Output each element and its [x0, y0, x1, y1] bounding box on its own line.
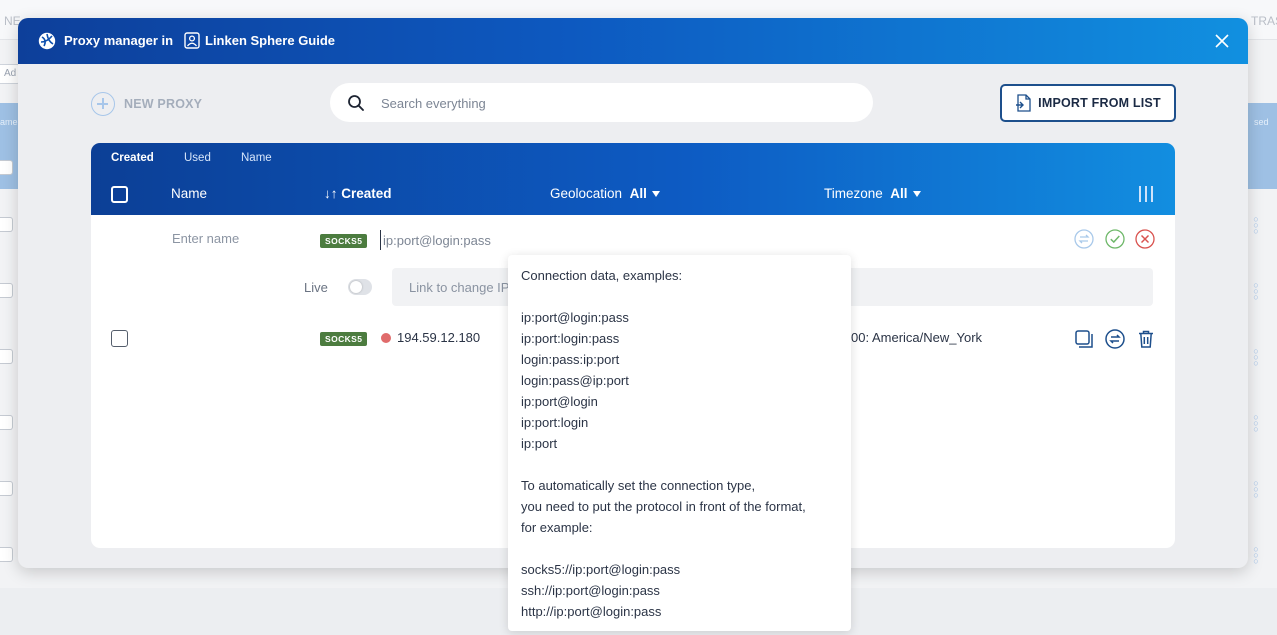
chevron-down-icon	[912, 191, 921, 198]
modal-header: Proxy manager in Linken Sphere Guide	[18, 18, 1248, 64]
swap-icon[interactable]	[1105, 329, 1125, 349]
table-header: Created Used Name Name ↓↑ Created Geoloc…	[91, 143, 1175, 215]
tooltip-line: Connection data, examples:	[521, 268, 683, 283]
tooltip-line: http://ip:port@login:pass	[521, 604, 662, 619]
background-header-text: ame	[0, 117, 18, 127]
cancel-icon[interactable]	[1135, 229, 1155, 249]
background-checkbox	[0, 217, 13, 232]
proxy-timezone: 00: America/New_York	[851, 330, 983, 345]
geolocation-filter-value: All	[629, 186, 647, 201]
tooltip-line: ip:port	[521, 436, 558, 451]
workspace-name: Linken Sphere Guide	[205, 33, 336, 48]
live-toggle[interactable]	[348, 279, 372, 295]
plus-icon	[91, 92, 115, 116]
background-add-field: Ad	[0, 64, 20, 84]
sort-tab-name[interactable]: Name	[241, 152, 272, 164]
tooltip-line	[521, 538, 851, 559]
proxy-name-input[interactable]	[172, 231, 302, 246]
proxy-type-badge[interactable]: SOCKS5	[320, 234, 368, 248]
tooltip-line: login:pass:ip:port	[521, 352, 620, 367]
background-more-icon: ○ ○ ○	[1253, 280, 1259, 302]
row-checkbox[interactable]	[111, 330, 128, 347]
proxy-ip: 194.59.12.180	[397, 330, 481, 345]
column-timezone[interactable]: Timezone All	[824, 186, 921, 201]
workspace-icon	[184, 32, 200, 49]
tooltip-line: ssh://ip:port@login:pass	[521, 583, 660, 598]
tooltip-line: ip:port:login:pass	[521, 331, 620, 346]
background-checkbox	[0, 415, 13, 430]
column-name[interactable]: Name	[171, 186, 207, 201]
background-more-icon: ○ ○ ○	[1253, 478, 1259, 500]
sort-tab-used[interactable]: Used	[184, 152, 211, 164]
search-input[interactable]	[381, 92, 851, 114]
background-checkbox	[0, 481, 13, 496]
tooltip-line: socks5://ip:port@login:pass	[521, 562, 681, 577]
connection-format-tooltip: Connection data, examples: ip:port@login…	[508, 255, 851, 631]
tooltip-line: ip:port:login	[521, 415, 589, 430]
chevron-down-icon	[651, 191, 660, 198]
background-more-icon: ○ ○ ○	[1253, 214, 1259, 236]
tooltip-line: for example:	[521, 520, 593, 535]
tooltip-line: ip:port@login:pass	[521, 310, 629, 325]
background-table-header-right: sed	[1248, 103, 1277, 189]
background-more-icon: ○ ○ ○	[1253, 544, 1259, 566]
timezone-filter-value: All	[890, 186, 908, 201]
background-more-icon: ○ ○ ○	[1253, 346, 1259, 368]
connection-input[interactable]	[380, 230, 700, 250]
search-bar	[330, 83, 873, 122]
tooltip-line	[521, 286, 851, 307]
tooltip-line	[521, 454, 851, 475]
tooltip-line: login:pass@ip:port	[521, 373, 629, 388]
column-geolocation[interactable]: Geolocation All	[550, 186, 660, 201]
import-file-icon	[1016, 94, 1031, 112]
background-header-text: sed	[1254, 117, 1269, 127]
import-from-list-button[interactable]: IMPORT FROM LIST	[1000, 84, 1176, 122]
import-label: IMPORT FROM LIST	[1038, 96, 1161, 110]
tooltip-line: To automatically set the connection type…	[521, 478, 756, 493]
delete-icon[interactable]	[1136, 329, 1156, 349]
column-created-label: Created	[341, 186, 392, 201]
swap-icon[interactable]	[1074, 229, 1094, 249]
background-checkbox	[0, 283, 13, 298]
copy-icon[interactable]	[1074, 329, 1094, 349]
sphere-logo-icon	[38, 32, 56, 50]
background-checkbox	[0, 547, 13, 562]
background-more-icon: ○ ○ ○	[1253, 412, 1259, 434]
background-checkbox	[0, 349, 13, 364]
background-checkbox	[0, 160, 13, 175]
sort-arrows-icon: ↓↑	[324, 186, 338, 201]
select-all-checkbox[interactable]	[111, 186, 128, 203]
tooltip-line: you need to put the protocol in front of…	[521, 499, 806, 514]
background-table-header-left: ame	[0, 103, 18, 189]
column-created[interactable]: ↓↑ Created	[324, 186, 392, 201]
close-icon[interactable]	[1213, 32, 1231, 50]
new-proxy-button[interactable]: NEW PROXY	[91, 92, 202, 116]
status-indicator	[381, 333, 391, 343]
live-label: Live	[304, 280, 328, 295]
columns-icon[interactable]	[1139, 186, 1153, 202]
new-proxy-label: NEW PROXY	[124, 97, 203, 111]
column-timezone-label: Timezone	[824, 186, 883, 201]
proxy-type-badge: SOCKS5	[320, 332, 368, 346]
modal-title: Proxy manager in	[64, 33, 174, 48]
background-tab-trash: TRAS	[1251, 14, 1277, 28]
sort-tab-created[interactable]: Created	[111, 152, 154, 164]
check-icon[interactable]	[1105, 229, 1125, 249]
search-icon	[348, 95, 364, 111]
tooltip-line: ip:port@login	[521, 394, 598, 409]
column-geolocation-label: Geolocation	[550, 186, 623, 201]
